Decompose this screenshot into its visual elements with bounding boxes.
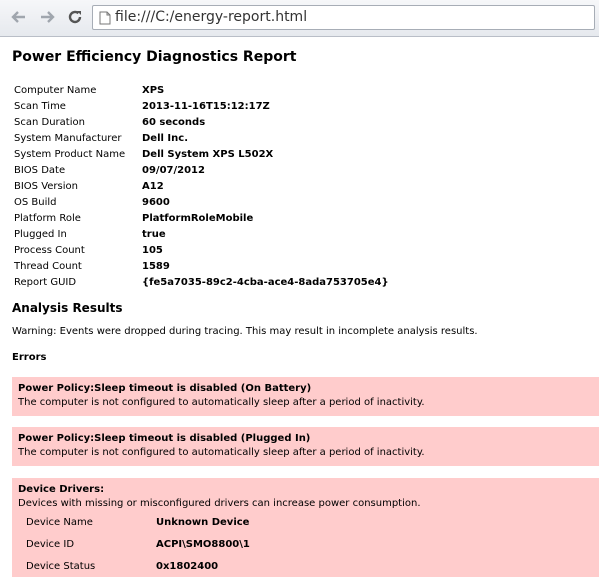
report-page: Power Efficiency Diagnostics Report Comp… <box>0 37 599 577</box>
info-row: OS Build 9600 <box>14 194 389 210</box>
info-row: System Product Name Dell System XPS L502X <box>14 146 389 162</box>
error-description: Devices with missing or misconfigured dr… <box>18 498 421 509</box>
info-value: 1589 <box>142 260 170 272</box>
info-label: System Product Name <box>14 148 126 160</box>
info-row: Platform Role PlatformRoleMobile <box>14 210 389 226</box>
info-row: Computer Name XPS <box>14 82 389 98</box>
info-label: System Manufacturer <box>14 132 122 144</box>
error-title: Device Drivers: <box>18 484 105 495</box>
info-label: OS Build <box>14 196 57 208</box>
device-details: Device Name Unknown Device Device ID ACPI\S… <box>18 511 599 577</box>
device-label: Device Name <box>26 516 93 528</box>
info-label: Plugged In <box>14 228 67 240</box>
info-label: Computer Name <box>14 84 97 96</box>
address-bar[interactable]: file:///C:/energy-report.html <box>92 5 595 30</box>
device-value: 0x1802400 <box>156 560 219 572</box>
browser-toolbar: file:///C:/energy-report.html <box>0 0 599 37</box>
warning-text: Warning: Events were dropped during trac… <box>12 326 478 337</box>
forward-arrow-icon[interactable] <box>36 6 58 28</box>
info-row: Report GUID {fe5a7035-89c2-4cba-ace4-8ada… <box>14 274 389 290</box>
reload-icon[interactable] <box>64 6 86 28</box>
info-value: {fe5a7035-89c2-4cba-ace4-8ada753705e4} <box>142 276 389 288</box>
error-description: The computer is not configured to automa… <box>18 447 425 458</box>
info-label: Thread Count <box>14 260 82 272</box>
info-label: BIOS Version <box>14 180 78 192</box>
info-value: 2013-11-16T15:12:17Z <box>142 100 270 112</box>
device-row: Device Name Unknown Device <box>18 511 599 533</box>
error-title: Power Policy:Sleep timeout is disabled (… <box>18 383 312 394</box>
device-label: Device Status <box>26 560 96 572</box>
device-row: Device Status 0x1802400 <box>18 555 599 577</box>
back-arrow-icon[interactable] <box>8 6 30 28</box>
info-row: Thread Count 1589 <box>14 258 389 274</box>
info-label: Scan Duration <box>14 116 85 128</box>
url-text: file:///C:/energy-report.html <box>115 9 308 25</box>
info-value: 09/07/2012 <box>142 164 205 176</box>
device-value: Unknown Device <box>156 516 250 528</box>
errors-heading: Errors <box>12 352 47 363</box>
info-label: Process Count <box>14 244 85 256</box>
info-label: Report GUID <box>14 276 77 288</box>
info-value: PlatformRoleMobile <box>142 212 254 224</box>
info-row: Scan Time 2013-11-16T15:12:17Z <box>14 98 389 114</box>
info-value: 60 seconds <box>142 116 206 128</box>
info-row: Plugged In true <box>14 226 389 242</box>
info-value: true <box>142 228 166 240</box>
info-value: 105 <box>142 244 163 256</box>
info-row: Process Count 105 <box>14 242 389 258</box>
info-row: BIOS Date 09/07/2012 <box>14 162 389 178</box>
error-item: Power Policy:Sleep timeout is disabled (… <box>12 377 599 416</box>
info-value: Dell Inc. <box>142 132 188 144</box>
info-row: BIOS Version A12 <box>14 178 389 194</box>
info-value: XPS <box>142 84 165 96</box>
info-row: Scan Duration 60 seconds <box>14 114 389 130</box>
error-description: The computer is not configured to automa… <box>18 397 425 408</box>
info-value: 9600 <box>142 196 170 208</box>
info-label: Platform Role <box>14 212 81 224</box>
error-title: Power Policy:Sleep timeout is disabled (… <box>18 433 311 444</box>
device-value: ACPI\SMO8800\1 <box>156 538 250 550</box>
device-drivers-error: Device Drivers: Devices with missing or … <box>12 478 599 577</box>
page-icon <box>99 11 111 25</box>
info-row: System Manufacturer Dell Inc. <box>14 130 389 146</box>
report-title: Power Efficiency Diagnostics Report <box>12 49 297 65</box>
info-label: Scan Time <box>14 100 66 112</box>
info-label: BIOS Date <box>14 164 66 176</box>
device-row: Device ID ACPI\SMO8800\1 <box>18 533 599 555</box>
analysis-results-heading: Analysis Results <box>12 301 123 315</box>
system-info-table: Computer Name XPS Scan Time 2013-11-16T15:1… <box>14 82 389 290</box>
info-value: Dell System XPS L502X <box>142 148 274 160</box>
info-value: A12 <box>142 180 164 192</box>
device-label: Device ID <box>26 538 75 550</box>
error-item: Power Policy:Sleep timeout is disabled (… <box>12 427 599 466</box>
